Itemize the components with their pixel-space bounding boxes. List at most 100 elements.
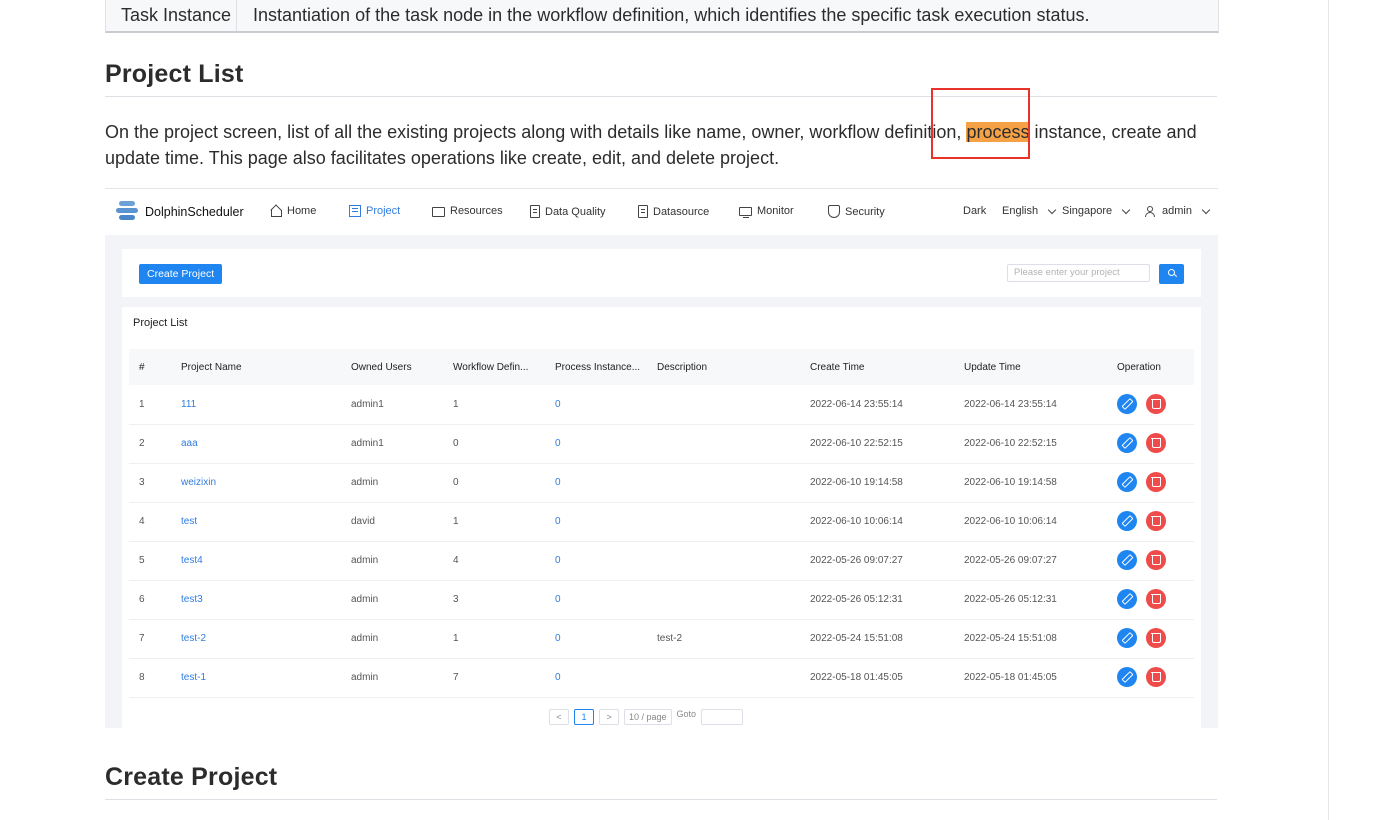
cell-workflow-count: 7: [453, 672, 459, 683]
nav-home[interactable]: Home: [270, 205, 316, 217]
monitor-icon: [739, 206, 752, 218]
glossary-table-row: Task Instance Instantiation of the task …: [105, 0, 1219, 33]
nav-project-label: Project: [366, 205, 401, 217]
intro-paragraph: On the project screen, list of all the e…: [105, 119, 1215, 171]
theme-label: Dark: [963, 205, 987, 217]
nav-resources[interactable]: Resources: [432, 205, 503, 217]
user-menu[interactable]: admin: [1144, 205, 1211, 217]
cell-index: 5: [139, 555, 145, 566]
cell-create-time: 2022-06-10 22:52:15: [810, 438, 903, 449]
cell-update-time: 2022-06-14 23:55:14: [964, 399, 1057, 410]
page-1-button[interactable]: 1: [574, 709, 594, 725]
cell-project-name[interactable]: test-1: [181, 672, 206, 683]
timezone-dropdown[interactable]: Singapore: [1062, 205, 1131, 217]
table-row: 7 test-2 admin 1 0 test-2 2022-05-24 15:51:08 2…: [129, 619, 1194, 659]
cell-project-name[interactable]: test: [181, 516, 197, 527]
language-label: English: [1002, 205, 1039, 217]
col-owned-users: Owned Users: [351, 362, 412, 373]
user-name: admin: [1162, 205, 1192, 217]
cell-owner: admin: [351, 477, 379, 488]
nav-project[interactable]: Project: [349, 205, 400, 217]
cell-instance-count: 0: [555, 672, 561, 683]
delete-button[interactable]: [1146, 433, 1166, 453]
next-page-button[interactable]: >: [599, 709, 619, 725]
col-project-name: Project Name: [181, 362, 242, 373]
delete-button[interactable]: [1146, 589, 1166, 609]
edit-button[interactable]: [1117, 472, 1137, 492]
cell-instance-count: 0: [555, 594, 561, 605]
cell-description: test-2: [657, 633, 683, 644]
cell-project-name[interactable]: test-2: [181, 633, 206, 644]
cell-project-name[interactable]: aaa: [181, 438, 198, 449]
cell-instance-count: 0: [555, 477, 561, 488]
cell-project-name[interactable]: test4: [181, 555, 203, 566]
cell-create-time: 2022-06-10 10:06:14: [810, 516, 903, 527]
nav-datasource-label: Datasource: [653, 205, 710, 218]
cell-create-time: 2022-05-26 05:12:31: [810, 594, 903, 605]
cell-index: 6: [139, 594, 145, 605]
create-project-button[interactable]: Create Project: [139, 264, 223, 284]
glossary-definition: Instantiation of the task node in the wo…: [253, 4, 1090, 25]
search-input[interactable]: Please enter your project: [1007, 264, 1150, 282]
goto-input[interactable]: [701, 709, 744, 725]
col-update-time: Update Time: [964, 362, 1021, 373]
edit-button[interactable]: [1117, 550, 1137, 570]
edit-button[interactable]: [1117, 589, 1137, 609]
cell-update-time: 2022-06-10 22:52:15: [964, 438, 1057, 449]
cell-owner: admin: [351, 633, 379, 644]
cell-index: 3: [139, 477, 145, 488]
col-create-time: Create Time: [810, 362, 865, 373]
cell-project-name[interactable]: weizixin: [181, 477, 216, 488]
delete-button[interactable]: [1146, 394, 1166, 414]
annotation-box: [931, 88, 1030, 159]
delete-button[interactable]: [1146, 667, 1166, 687]
nav-security[interactable]: Security: [828, 205, 885, 218]
theme-toggle[interactable]: Dark: [963, 205, 986, 217]
search-button[interactable]: [1159, 264, 1184, 284]
col-workflow-definitions: Workflow Defin...: [453, 362, 529, 373]
prev-page-button[interactable]: <: [549, 709, 569, 725]
edit-button[interactable]: [1117, 394, 1137, 414]
cell-project-name[interactable]: test3: [181, 594, 203, 605]
cell-index: 1: [139, 399, 145, 410]
edit-button[interactable]: [1117, 628, 1137, 648]
nav-datasource[interactable]: Datasource: [638, 205, 709, 218]
datasource-icon: [638, 205, 648, 218]
cell-update-time: 2022-06-10 10:06:14: [964, 516, 1057, 527]
cell-workflow-count: 0: [453, 438, 459, 449]
cell-workflow-count: 1: [453, 399, 459, 410]
paragraph-text-start: On the project screen, list of all the e…: [105, 122, 967, 142]
table-row: 3 weizixin admin 0 0 2022-06-10 19:14:58 2022-…: [129, 463, 1194, 503]
toolbar-card: Create Project Please enter your project: [122, 249, 1201, 297]
edit-button[interactable]: [1117, 511, 1137, 531]
page-size-select[interactable]: 10 / page: [624, 709, 672, 725]
cell-workflow-count: 4: [453, 555, 459, 566]
cell-owner: admin: [351, 672, 379, 683]
delete-button[interactable]: [1146, 472, 1166, 492]
search-icon: [1168, 269, 1175, 276]
edit-button[interactable]: [1117, 433, 1137, 453]
table-row: 6 test3 admin 3 0 2022-05-26 05:12:31 2022-05-…: [129, 580, 1194, 620]
app-screenshot: DolphinScheduler Home Project Resources …: [105, 188, 1218, 728]
shield-icon: [828, 205, 840, 218]
table-row: 4 test david 1 0 2022-06-10 10:06:14 2022-06-1…: [129, 502, 1194, 542]
user-icon: [1144, 205, 1155, 217]
cell-update-time: 2022-06-10 19:14:58: [964, 477, 1057, 488]
nav-home-label: Home: [287, 205, 317, 217]
nav-monitor[interactable]: Monitor: [739, 205, 794, 218]
delete-button[interactable]: [1146, 628, 1166, 648]
col-index: #: [139, 362, 145, 373]
edit-button[interactable]: [1117, 667, 1137, 687]
cell-instance-count: 0: [555, 399, 561, 410]
cell-update-time: 2022-05-24 15:51:08: [964, 633, 1057, 644]
cell-index: 7: [139, 633, 145, 644]
language-dropdown[interactable]: English: [1002, 205, 1057, 217]
cell-project-name[interactable]: 111: [181, 399, 196, 410]
brand-name: DolphinScheduler: [145, 205, 244, 219]
brand-logo[interactable]: DolphinScheduler: [113, 199, 244, 225]
delete-button[interactable]: [1146, 511, 1166, 531]
cell-owner: david: [351, 516, 375, 527]
project-icon: [349, 205, 361, 217]
nav-data-quality[interactable]: Data Quality: [530, 205, 606, 218]
delete-button[interactable]: [1146, 550, 1166, 570]
